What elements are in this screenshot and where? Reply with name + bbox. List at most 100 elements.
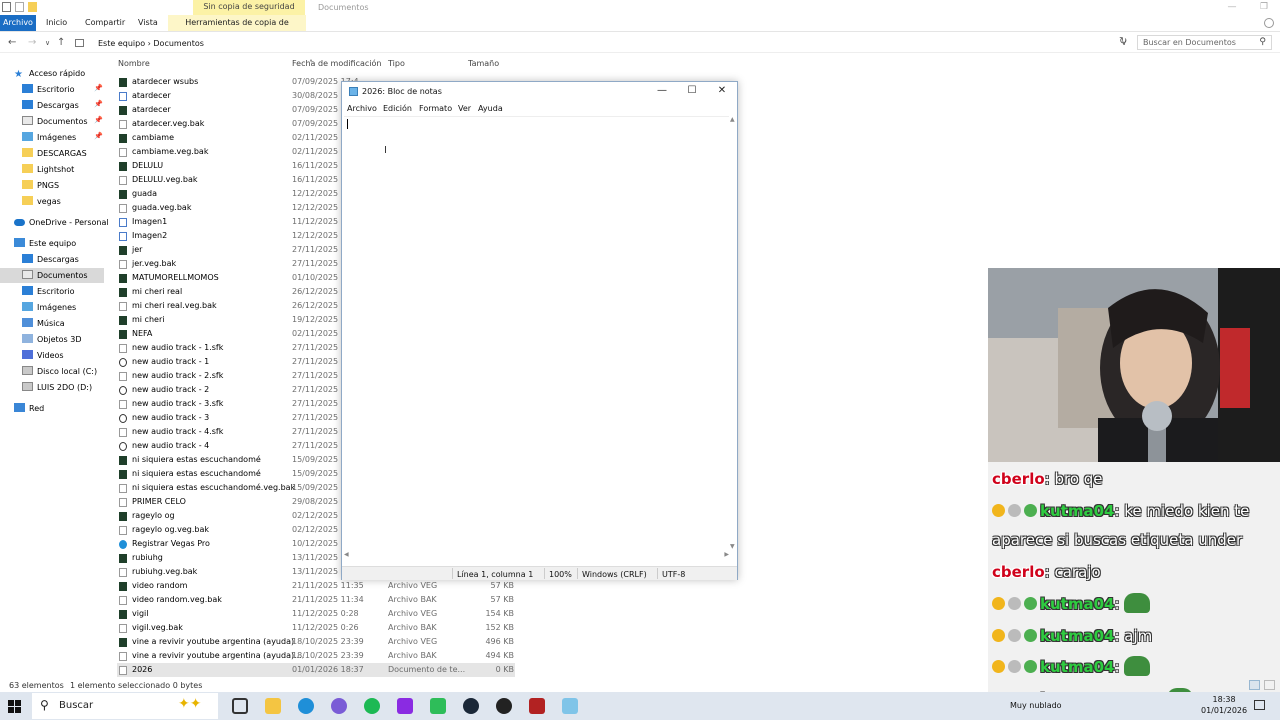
folder-icon <box>22 180 33 189</box>
address-path[interactable]: Este equipo › Documentos ∨ <box>72 36 1130 50</box>
nav-item-musica[interactable]: Música <box>22 316 65 331</box>
search-input[interactable]: Buscar en Documentos ⚲ <box>1137 35 1272 50</box>
maximize-icon[interactable]: ☐ <box>677 84 707 98</box>
notepad-taskbar-icon[interactable] <box>562 698 578 714</box>
menu-edicion[interactable]: Edición <box>383 104 412 113</box>
nav-item-vegas[interactable]: vegas <box>22 194 61 209</box>
nav-item-documentos[interactable]: Documentos <box>22 114 88 129</box>
file-explorer-icon[interactable] <box>265 698 281 714</box>
up-arrow-icon[interactable]: ↑ <box>57 37 65 48</box>
refresh-icon[interactable]: ↻ <box>1119 36 1127 47</box>
vertical-scrollbar[interactable]: ▲ ▼ <box>729 116 737 550</box>
nav-item-acceso-rapido[interactable]: ★ Acceso rápido <box>14 66 85 81</box>
chat-username[interactable]: kutma04 <box>1040 595 1114 613</box>
windows-start-icon[interactable] <box>8 700 21 713</box>
chat-username[interactable]: kutma04 <box>1040 627 1114 645</box>
nav-item-escritorio-pc[interactable]: Escritorio <box>22 284 75 299</box>
restore-icon[interactable]: ❐ <box>1248 0 1280 14</box>
tab-vista[interactable]: Vista <box>138 15 158 31</box>
notepad-text-area[interactable]: I <box>344 116 729 560</box>
file-row[interactable]: vine a revivir youtube argentina (ayuda)… <box>117 635 515 649</box>
column-type[interactable]: Tipo <box>388 59 405 68</box>
nav-item-descargas-pc[interactable]: Descargas <box>22 252 79 267</box>
breadcrumb-este-equipo[interactable]: Este equipo <box>98 39 145 48</box>
spotify-icon[interactable] <box>364 698 380 714</box>
task-view-icon[interactable] <box>232 698 248 714</box>
weather-status[interactable]: Muy nublado <box>1010 701 1062 710</box>
nav-item-red[interactable]: Red <box>14 401 44 416</box>
close-icon[interactable]: ✕ <box>707 84 737 98</box>
system-clock[interactable]: 18:38 01/01/2026 <box>1201 694 1247 716</box>
context-tab-backup[interactable]: Sin copia de seguridad <box>193 0 305 15</box>
file-row[interactable]: vigil.veg.bak 11/12/2025 0:26 Archivo BAK 1… <box>117 621 515 635</box>
help-icon[interactable] <box>1264 18 1274 28</box>
chat-username[interactable]: cberlo <box>992 470 1045 488</box>
subscriber-badge-icon <box>992 629 1005 642</box>
file-row[interactable]: vigil 11/12/2025 0:28 Archivo VEG 154 KB <box>117 607 515 621</box>
file-row[interactable]: video random 21/11/2025 11:35 Archivo VEG 5… <box>117 579 515 593</box>
edge-icon[interactable] <box>298 698 314 714</box>
scroll-down-icon[interactable]: ▼ <box>730 543 735 550</box>
nav-item-este-equipo[interactable]: Este equipo <box>14 236 76 251</box>
file-row[interactable]: video random.veg.bak 21/11/2025 11:34 Arch… <box>117 593 515 607</box>
minimize-icon[interactable]: — <box>647 84 677 98</box>
nav-item-objetos-3d[interactable]: Objetos 3D <box>22 332 82 347</box>
chat-username[interactable]: kutma04 <box>1040 502 1114 520</box>
green-app-icon[interactable] <box>430 698 446 714</box>
taskbar-search[interactable]: ⚲ Buscar ✦✦ <box>32 693 218 719</box>
obs-icon[interactable] <box>496 698 512 714</box>
nav-item-imagenes[interactable]: Imágenes <box>22 130 76 145</box>
column-size[interactable]: Tamaño <box>468 59 499 68</box>
horizontal-scrollbar[interactable]: ◀ ▶ <box>344 551 729 560</box>
notification-icon[interactable] <box>1254 700 1265 710</box>
breadcrumb-documentos[interactable]: Documentos <box>153 39 204 48</box>
capcut-icon[interactable] <box>397 698 413 714</box>
forward-arrow-icon[interactable]: → <box>28 37 36 48</box>
steam-icon[interactable] <box>463 698 479 714</box>
recent-locations-icon[interactable]: ∨ <box>45 39 50 47</box>
file-name: ni siquiera estas escuchandomé <box>132 455 261 464</box>
download-icon <box>22 100 33 109</box>
nav-item-onedrive[interactable]: OneDrive - Personal <box>14 215 109 230</box>
backup-file-icon <box>119 596 127 605</box>
menu-ayuda[interactable]: Ayuda <box>478 104 503 113</box>
tab-archivo[interactable]: Archivo <box>0 15 36 31</box>
nav-item-descargas[interactable]: Descargas <box>22 98 79 113</box>
tab-compartir[interactable]: Compartir <box>85 15 125 31</box>
nav-item-escritorio[interactable]: Escritorio <box>22 82 75 97</box>
messenger-icon[interactable] <box>331 698 347 714</box>
nav-item-videos[interactable]: Videos <box>22 348 64 363</box>
chat-username[interactable]: kutma04 <box>1040 658 1114 676</box>
file-row[interactable]: vine a revivir youtube argentina (ayuda)… <box>117 649 515 663</box>
menu-archivo[interactable]: Archivo <box>347 104 377 113</box>
new-folder-icon[interactable] <box>28 2 37 12</box>
chat-username[interactable]: cberlo <box>992 563 1045 581</box>
nav-item-descargas-folder[interactable]: DESCARGAS <box>22 146 87 161</box>
menu-formato[interactable]: Formato <box>419 104 452 113</box>
file-name: Registrar Vegas Pro <box>132 539 210 548</box>
column-name[interactable]: Nombre <box>118 59 150 68</box>
back-arrow-icon[interactable]: ← <box>8 37 16 48</box>
scroll-up-icon[interactable]: ▲ <box>730 116 735 123</box>
nav-item-pngs[interactable]: PNGS <box>22 178 59 193</box>
minimize-icon[interactable]: — <box>1216 0 1248 14</box>
scroll-left-icon[interactable]: ◀ <box>344 551 349 558</box>
status-divider <box>452 568 453 579</box>
nav-item-disco-d[interactable]: LUIS 2DO (D:) <box>22 380 92 395</box>
status-divider <box>657 568 658 579</box>
backup-file-icon <box>119 302 127 311</box>
file-row[interactable]: 2026 01/01/2026 18:37 Documento de te... 0 … <box>117 663 515 677</box>
menu-ver[interactable]: Ver <box>458 104 471 113</box>
tab-inicio[interactable]: Inicio <box>46 15 67 31</box>
vegas-project-icon <box>119 106 127 115</box>
vegas-project-icon <box>119 134 127 143</box>
properties-icon[interactable] <box>15 2 24 12</box>
vegas-pro-icon[interactable] <box>529 698 545 714</box>
nav-item-disco-c[interactable]: Disco local (C:) <box>22 364 97 379</box>
nav-item-documentos-pc[interactable]: Documentos <box>0 268 104 283</box>
column-date[interactable]: Fecha de modificación <box>292 59 381 68</box>
nav-item-lightshot[interactable]: Lightshot <box>22 162 74 177</box>
tab-backup-tools[interactable]: Herramientas de copia de seguridad <box>168 15 306 43</box>
nav-item-imagenes-pc[interactable]: Imágenes <box>22 300 76 315</box>
scroll-right-icon[interactable]: ▶ <box>724 551 729 558</box>
